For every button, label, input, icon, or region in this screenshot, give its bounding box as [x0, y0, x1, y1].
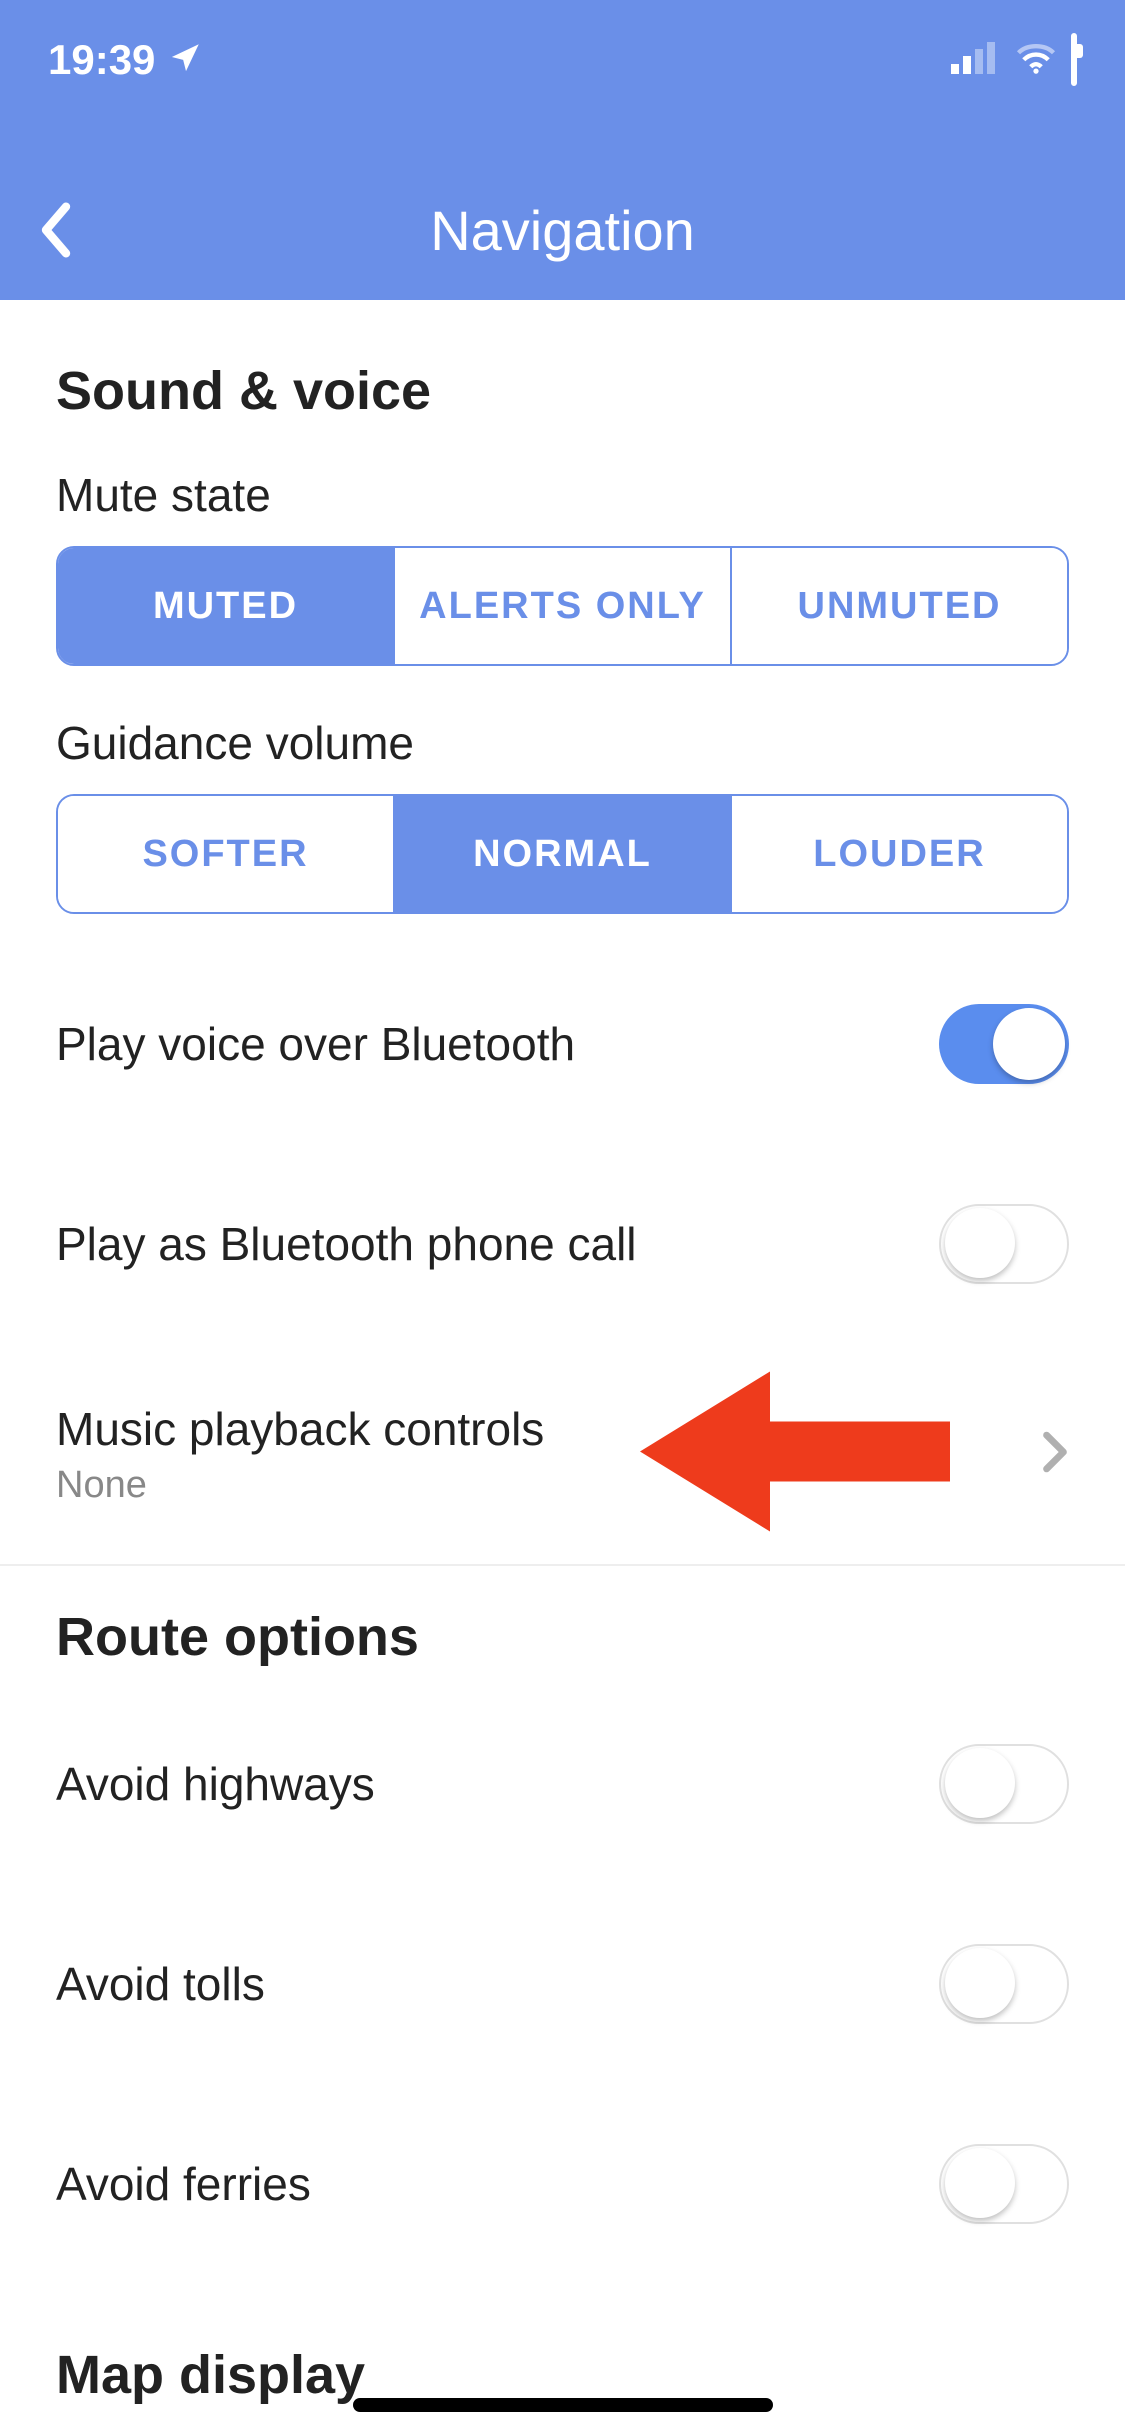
- row-music-playback-controls[interactable]: Music playback controls None: [0, 1344, 1125, 1564]
- segment-unmuted[interactable]: UNMUTED: [732, 548, 1067, 664]
- music-playback-title: Music playback controls: [56, 1402, 544, 1456]
- avoid-highways-switch[interactable]: [939, 1744, 1069, 1824]
- avoid-highways-label: Avoid highways: [56, 1757, 375, 1811]
- music-playback-value: None: [56, 1464, 544, 1507]
- avoid-tolls-switch[interactable]: [939, 1944, 1069, 2024]
- chevron-right-icon: [1041, 1430, 1069, 1479]
- app-header: 19:39: [0, 0, 1125, 300]
- row-play-as-phone-call[interactable]: Play as Bluetooth phone call: [0, 1144, 1125, 1344]
- guidance-volume-segmented: SOFTER NORMAL LOUDER: [56, 794, 1069, 914]
- play-as-phone-call-switch[interactable]: [939, 1204, 1069, 1284]
- status-time: 19:39: [48, 36, 155, 84]
- row-play-voice-bluetooth[interactable]: Play voice over Bluetooth: [0, 944, 1125, 1144]
- page-title: Navigation: [430, 198, 695, 263]
- segment-muted[interactable]: MUTED: [58, 548, 395, 664]
- mute-state-label: Mute state: [0, 438, 1125, 546]
- row-avoid-highways[interactable]: Avoid highways: [0, 1684, 1125, 1884]
- status-bar: 19:39: [0, 30, 1125, 90]
- signal-icon: [951, 36, 1001, 84]
- arrow-annotation-icon: [640, 1352, 960, 1557]
- avoid-ferries-switch[interactable]: [939, 2144, 1069, 2224]
- wifi-icon: [1015, 36, 1057, 84]
- back-button[interactable]: [36, 200, 76, 260]
- avoid-tolls-label: Avoid tolls: [56, 1957, 265, 2011]
- play-as-phone-call-label: Play as Bluetooth phone call: [56, 1217, 637, 1271]
- row-avoid-tolls[interactable]: Avoid tolls: [0, 1884, 1125, 2084]
- section-sound-voice: Sound & voice: [0, 300, 1125, 438]
- guidance-volume-label: Guidance volume: [0, 666, 1125, 794]
- segment-louder[interactable]: LOUDER: [732, 796, 1067, 912]
- segment-softer[interactable]: SOFTER: [58, 796, 395, 912]
- home-indicator[interactable]: [353, 2398, 773, 2412]
- row-avoid-ferries[interactable]: Avoid ferries: [0, 2084, 1125, 2284]
- location-icon: [169, 36, 203, 84]
- nav-bar: Navigation: [0, 190, 1125, 270]
- segment-normal[interactable]: NORMAL: [395, 796, 732, 912]
- battery-icon: [1071, 36, 1077, 84]
- avoid-ferries-label: Avoid ferries: [56, 2157, 311, 2211]
- play-voice-bluetooth-label: Play voice over Bluetooth: [56, 1017, 575, 1071]
- segment-alerts-only[interactable]: ALERTS ONLY: [395, 548, 732, 664]
- play-voice-bluetooth-switch[interactable]: [939, 1004, 1069, 1084]
- section-route-options: Route options: [0, 1566, 1125, 1684]
- mute-state-segmented: MUTED ALERTS ONLY UNMUTED: [56, 546, 1069, 666]
